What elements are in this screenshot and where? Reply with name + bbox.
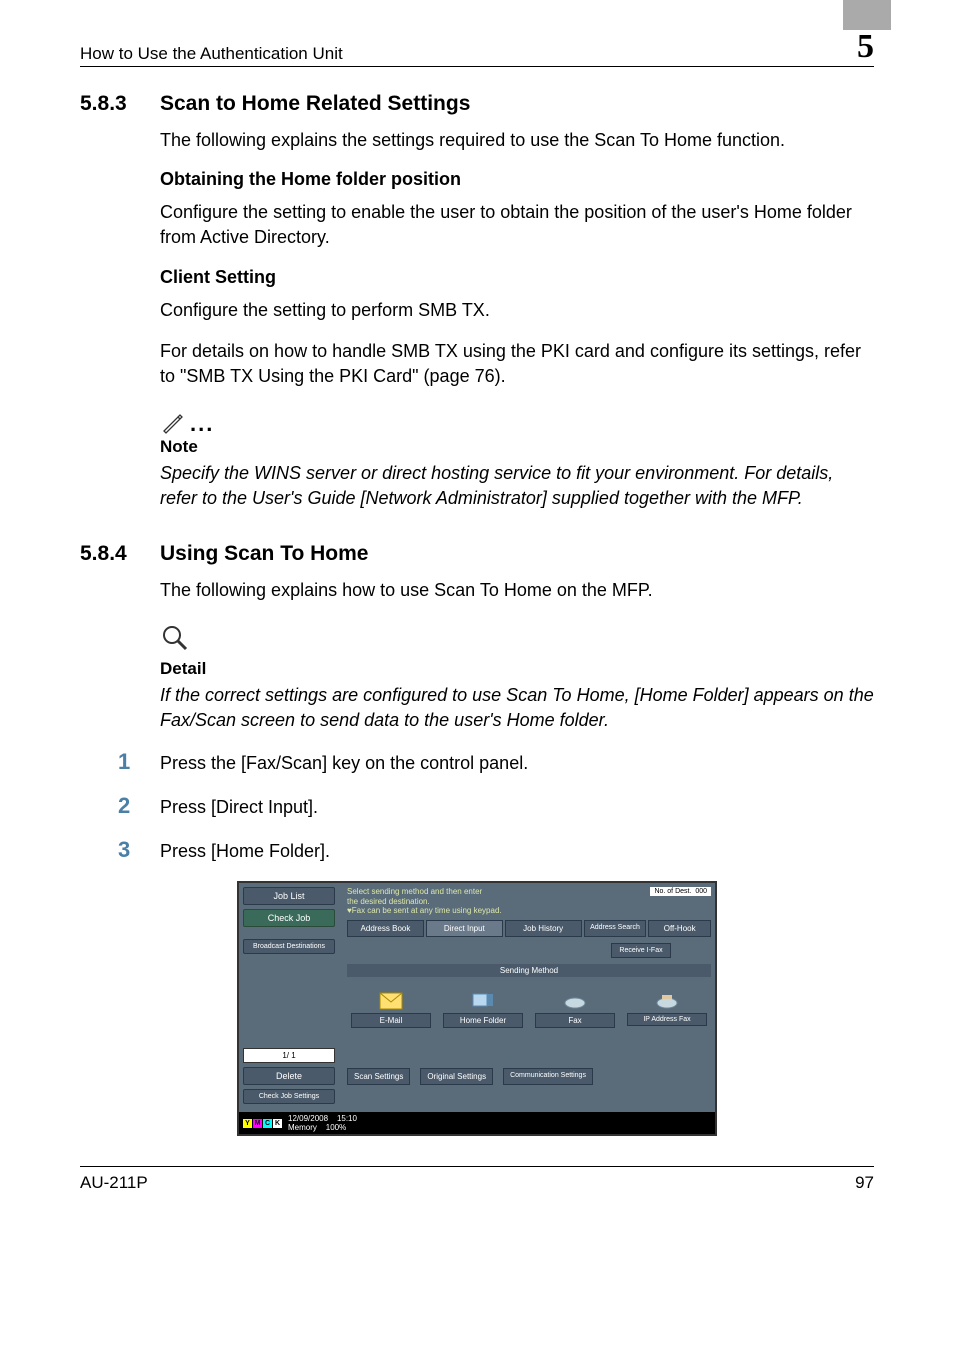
note-text: Specify the WINS server or direct hostin… [160,461,874,511]
tab-job-history[interactable]: Job History [505,920,582,937]
job-list-button[interactable]: Job List [243,887,335,905]
pager-indicator: 1/ 1 [243,1048,335,1063]
sending-method-label: Sending Method [347,964,711,977]
subheading-client-setting: Client Setting [160,267,874,288]
m-square: M [253,1119,262,1128]
body-home-folder: Configure the setting to enable the user… [160,200,874,250]
page-footer: AU-211P 97 [80,1166,874,1193]
ip-fax-icon [654,991,680,1011]
pencil-icon [160,409,186,435]
fax-icon [562,991,588,1011]
detail-label: Detail [160,659,874,679]
step-2: 2 Press [Direct Input]. [118,793,874,819]
receive-ifax-button[interactable]: Receive I-Fax [611,943,671,958]
scan-settings-button[interactable]: Scan Settings [347,1068,410,1085]
home-folder-button[interactable]: Home Folder [443,1013,523,1028]
broadcast-button[interactable]: Broadcast Destinations [243,939,335,954]
step-2-text: Press [Direct Input]. [160,797,318,818]
section-number: 5.8.3 [80,92,160,116]
detail-block: Detail If the correct settings are confi… [160,623,874,733]
tab-address-search[interactable]: Address Search [584,920,647,937]
chapter-number: 5 [857,30,874,64]
delete-button[interactable]: Delete [243,1067,335,1085]
comm-settings-button[interactable]: Communication Settings [503,1068,593,1085]
section-583: 5.8.3 Scan to Home Related Settings The … [80,92,874,512]
dest-count: No. of Dest. 000 [650,887,711,896]
email-icon [378,991,404,1011]
footer-memory-label: Memory [288,1123,317,1132]
page-header: How to Use the Authentication Unit 5 [80,30,874,67]
screenshot-footer: Y M C K 12/09/2008 15:10 Memory 100% [239,1112,715,1134]
tab-address-book[interactable]: Address Book [347,920,424,937]
section-title-2: Using Scan To Home [160,542,368,566]
footer-page-number: 97 [855,1173,874,1193]
c-square: C [263,1119,272,1128]
check-job-button[interactable]: Check Job [243,909,335,927]
y-square: Y [243,1119,252,1128]
detail-text: If the correct settings are configured t… [160,683,874,733]
tab-direct-input[interactable]: Direct Input [426,920,503,937]
note-block: ... Note Specify the WINS server or dire… [160,409,874,511]
header-title: How to Use the Authentication Unit [80,44,343,64]
email-button[interactable]: E-Mail [351,1013,431,1028]
step-3-number: 3 [118,837,160,863]
section-intro: The following explains the settings requ… [160,128,874,153]
section-title: Scan to Home Related Settings [160,92,470,116]
step-1-number: 1 [118,749,160,775]
section2-intro: The following explains how to use Scan T… [160,578,874,603]
fax-button[interactable]: Fax [535,1013,615,1028]
footer-time: 15:10 [337,1114,357,1123]
note-label: Note [160,437,874,457]
section-number-2: 5.8.4 [80,542,160,566]
subheading-home-folder: Obtaining the Home folder position [160,169,874,190]
footer-left: AU-211P [80,1173,148,1193]
body-client-2: For details on how to handle SMB TX usin… [160,339,874,389]
step-1-text: Press the [Fax/Scan] key on the control … [160,753,528,774]
step-2-number: 2 [118,793,160,819]
home-folder-icon [470,991,496,1011]
step-1: 1 Press the [Fax/Scan] key on the contro… [118,749,874,775]
mfp-screenshot: Job List Check Job Broadcast Destination… [237,881,717,1136]
note-dots: ... [190,413,214,435]
step-3: 3 Press [Home Folder]. [118,837,874,863]
tab-off-hook[interactable]: Off-Hook [648,920,711,937]
k-square: K [273,1119,282,1128]
step-3-text: Press [Home Folder]. [160,841,330,862]
body-client-1: Configure the setting to perform SMB TX. [160,298,874,323]
original-settings-button[interactable]: Original Settings [420,1068,493,1085]
ip-fax-button[interactable]: IP Address Fax [627,1013,707,1026]
magnifier-icon [160,623,874,653]
check-job-settings-button[interactable]: Check Job Settings [243,1089,335,1104]
footer-date: 12/09/2008 [288,1114,328,1123]
section-584: 5.8.4 Using Scan To Home The following e… [80,542,874,1137]
footer-memory-value: 100% [326,1123,346,1132]
